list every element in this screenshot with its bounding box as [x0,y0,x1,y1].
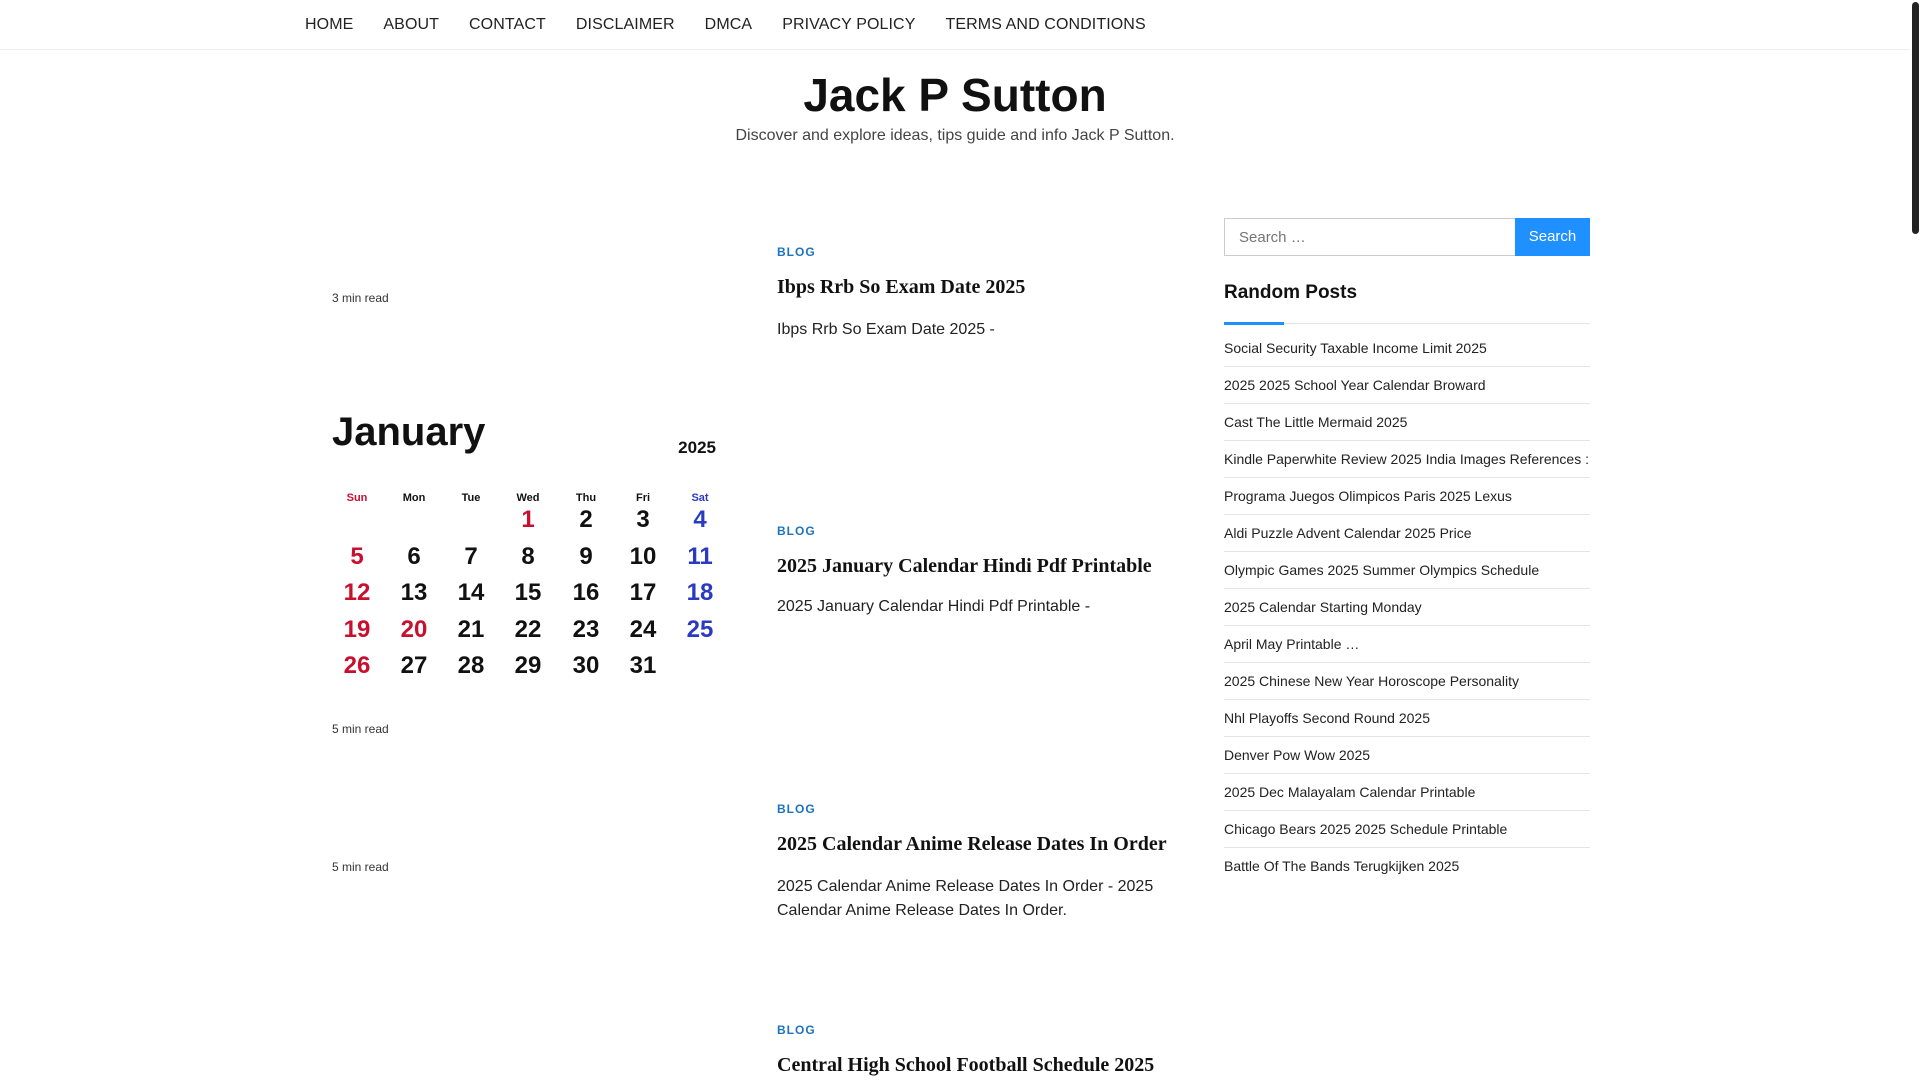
calendar-day: 5 [350,542,364,570]
calendar-weekday-label: Mon [402,492,426,504]
nav-item-terms[interactable]: TERMS AND CONDITIONS [946,16,1146,34]
calendar-day: 11 [687,542,713,570]
calendar-day: 4 [693,506,707,533]
post-thumbnail-calendar[interactable]: January 2025 Sun Mon Tue Wed Thu Fri Sat 1 2 3 4 5 6… [332,410,728,730]
post-category-link[interactable]: BLOG [777,1023,816,1037]
calendar-day: 7 [464,542,478,570]
calendar-day: 23 [572,615,600,643]
calendar-day: 20 [400,615,428,643]
calendar-day: 18 [686,579,714,606]
calendar-day: 12 [343,579,371,606]
random-posts-list: Social Security Taxable Income Limit 202… [1224,330,1590,884]
random-post-link[interactable]: Chicago Bears 2025 2025 Schedule Printab… [1224,811,1590,848]
nav-item-privacy-policy[interactable]: PRIVACY POLICY [782,16,915,34]
post-title-link[interactable]: Central High School Football Schedule 20… [777,1054,1177,1077]
calendar-day: 6 [407,542,421,570]
calendar-weekday-label: Thu [575,492,597,504]
calendar-weekday-label: Tue [461,492,481,504]
calendar-day: 28 [457,652,485,679]
random-post-link[interactable]: April May Printable … [1224,626,1590,663]
nav-item-about[interactable]: ABOUT [383,16,439,34]
calendar-day: 17 [629,579,657,606]
calendar-day: 22 [514,615,542,643]
site-description: Discover and explore ideas, tips guide a… [735,127,1175,144]
widget-accent-bar [1224,322,1284,325]
random-post-link[interactable]: Denver Pow Wow 2025 [1224,737,1590,774]
random-post-link[interactable]: Cast The Little Mermaid 2025 [1224,404,1590,441]
post-readtime: 5 min read [332,860,389,874]
calendar-day: 29 [514,652,542,679]
post-title-link[interactable]: 2025 January Calendar Hindi Pdf Printabl… [777,555,1177,578]
nav-item-contact[interactable]: CONTACT [469,16,546,34]
random-post-link[interactable]: 2025 Dec Malayalam Calendar Printable [1224,774,1590,811]
calendar-day: 31 [629,652,657,679]
post-category-link[interactable]: BLOG [777,245,816,259]
calendar-weekday-label: Wed [516,492,540,504]
site-title[interactable]: Jack P Sutton [0,68,1910,122]
random-post-link[interactable]: Social Security Taxable Income Limit 202… [1224,330,1590,367]
nav-item-home[interactable]: HOME [305,16,353,34]
top-navigation: HOME ABOUT CONTACT DISCLAIMER DMCA PRIVA… [0,0,1910,50]
search-input[interactable] [1224,218,1516,256]
calendar-day: 27 [400,652,428,679]
calendar-day: 19 [343,615,371,643]
post-title-link[interactable]: Ibps Rrb So Exam Date 2025 [777,276,1177,299]
calendar-weekday-label: Fri [635,492,651,504]
calendar-day: 30 [572,652,600,679]
scrollbar-thumb[interactable] [1912,2,1919,234]
post-readtime: 5 min read [332,722,389,736]
nav-item-dmca[interactable]: DMCA [705,16,753,34]
post-category-link[interactable]: BLOG [777,524,816,538]
calendar-day: 13 [400,579,428,606]
calendar-day: 9 [579,542,593,570]
post-excerpt: 2025 January Calendar Hindi Pdf Printabl… [777,598,1091,615]
widget-title-random-posts: Random Posts [1224,282,1358,303]
random-post-link[interactable]: Battle Of The Bands Terugkijken 2025 [1224,848,1590,884]
calendar-day: 16 [572,579,600,606]
calendar-day: 1 [521,506,535,533]
calendar-month: January [332,410,486,454]
calendar-day: 10 [629,542,657,570]
calendar-weekday-label: Sun [346,492,368,504]
calendar-day: 14 [457,579,485,606]
post-excerpt: Ibps Rrb So Exam Date 2025 - [777,321,995,338]
calendar-day: 24 [629,615,657,643]
random-post-link[interactable]: Aldi Puzzle Advent Calendar 2025 Price [1224,515,1590,552]
page-scrollbar[interactable] [1910,0,1920,1080]
search-button[interactable]: Search [1515,218,1590,256]
random-post-link[interactable]: Nhl Playoffs Second Round 2025 [1224,700,1590,737]
random-post-link[interactable]: 2025 2025 School Year Calendar Broward [1224,367,1590,404]
post-readtime: 3 min read [332,291,389,305]
calendar-day: 15 [514,579,542,606]
post-category-link[interactable]: BLOG [777,802,816,816]
post-excerpt: 2025 Calendar Anime Release Dates In Ord… [777,878,1154,919]
calendar-weekday-label: Sat [691,492,709,504]
calendar-day: 2 [579,506,593,533]
random-post-link[interactable]: 2025 Calendar Starting Monday [1224,589,1590,626]
calendar-day: 25 [686,615,714,643]
nav-item-disclaimer[interactable]: DISCLAIMER [576,16,675,34]
random-post-link[interactable]: Kindle Paperwhite Review 2025 India Imag… [1224,441,1590,478]
calendar-day: 26 [343,652,371,679]
random-post-link[interactable]: Programa Juegos Olimpicos Paris 2025 Lex… [1224,478,1590,515]
nav-menu: HOME ABOUT CONTACT DISCLAIMER DMCA PRIVA… [305,0,1176,50]
post-title-link[interactable]: 2025 Calendar Anime Release Dates In Ord… [777,833,1177,856]
random-post-link[interactable]: Olympic Games 2025 Summer Olympics Sched… [1224,552,1590,589]
calendar-year: 2025 [678,438,716,457]
calendar-day: 3 [636,506,650,533]
calendar-day: 21 [457,615,485,643]
calendar-day: 8 [521,542,535,570]
random-post-link[interactable]: 2025 Chinese New Year Horoscope Personal… [1224,663,1590,700]
